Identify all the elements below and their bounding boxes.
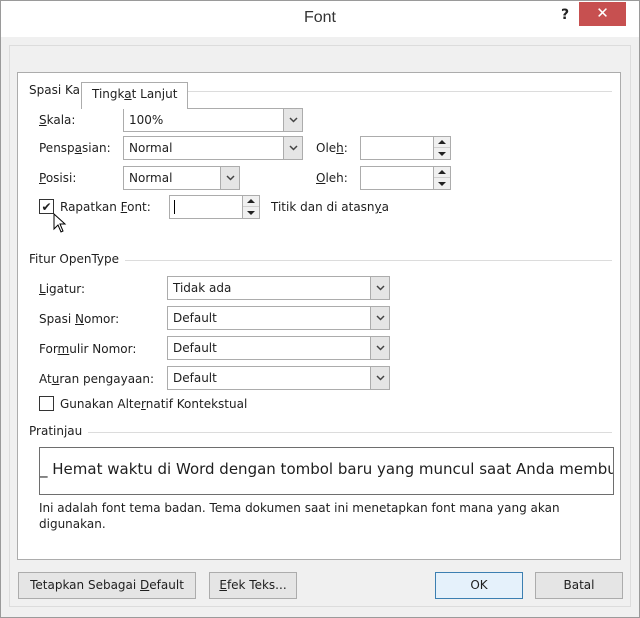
chevron-down-icon[interactable] bbox=[370, 307, 389, 329]
number-forms-label: Formulir Nomor: bbox=[39, 342, 137, 356]
mouse-pointer-icon bbox=[53, 213, 67, 233]
contextual-alternates-checkbox[interactable] bbox=[39, 396, 54, 411]
spacing-dropdown[interactable]: Normal bbox=[123, 136, 303, 160]
chevron-down-icon[interactable] bbox=[370, 337, 389, 359]
chevron-down-icon[interactable] bbox=[220, 167, 239, 189]
tab-advanced-label-rest: t Lanjut bbox=[131, 87, 178, 101]
spin-down-button[interactable] bbox=[434, 178, 450, 189]
chevron-down-icon[interactable] bbox=[370, 277, 389, 299]
text-effects-button[interactable]: Efek Teks... bbox=[209, 572, 297, 599]
scale-dropdown[interactable]: 100% bbox=[123, 108, 303, 132]
stylistic-sets-value: Default bbox=[173, 371, 217, 385]
spin-down-button[interactable] bbox=[434, 148, 450, 159]
tab-advanced-label: Tingk bbox=[92, 87, 125, 101]
font-dialog: Font ? ✕ Font Tingkat Lanjut Spasi Karak… bbox=[0, 0, 640, 618]
cancel-button[interactable]: Batal bbox=[535, 572, 623, 599]
position-dropdown[interactable]: Normal bbox=[123, 166, 240, 190]
position-value: Normal bbox=[129, 171, 173, 185]
dialog-title: Font bbox=[303, 9, 336, 26]
ligatures-value: Tidak ada bbox=[173, 281, 232, 295]
text-caret bbox=[174, 200, 175, 214]
tab-advanced[interactable]: Tingkat Lanjut bbox=[81, 82, 189, 109]
preview-box: _ Hemat waktu di Word dengan tombol baru… bbox=[39, 447, 614, 495]
help-button[interactable]: ? bbox=[553, 3, 577, 27]
section-preview: Pratinjau bbox=[29, 424, 89, 438]
spin-down-button[interactable] bbox=[243, 207, 259, 218]
title-bar: Font ? ✕ bbox=[1, 1, 639, 37]
stylistic-sets-dropdown[interactable]: Default bbox=[167, 366, 390, 390]
preview-sample-text: _ Hemat waktu di Word dengan tombol baru… bbox=[40, 460, 613, 478]
spacing-by-spinner[interactable] bbox=[360, 136, 451, 160]
spacing-by-label: Oleh: bbox=[316, 141, 348, 155]
checkmark-icon: ✔ bbox=[41, 199, 52, 214]
ok-button[interactable]: OK bbox=[435, 572, 523, 599]
section-divider bbox=[30, 432, 612, 433]
chevron-down-icon[interactable] bbox=[283, 109, 302, 131]
chevron-down-icon[interactable] bbox=[283, 137, 302, 159]
position-by-spinner[interactable] bbox=[360, 166, 451, 190]
spin-up-button[interactable] bbox=[434, 137, 450, 148]
section-opentype: Fitur OpenType bbox=[29, 252, 126, 266]
ligatures-label: Ligatur: bbox=[39, 282, 86, 296]
number-spacing-value: Default bbox=[173, 311, 217, 325]
ligatures-dropdown[interactable]: Tidak ada bbox=[167, 276, 390, 300]
kerning-suffix: Titik dan di atasnya bbox=[271, 200, 389, 214]
contextual-alternates-label: Gunakan Alternatif Kontekstual bbox=[60, 397, 248, 411]
spin-up-button[interactable] bbox=[434, 167, 450, 178]
spacing-value: Normal bbox=[129, 141, 173, 155]
set-default-button[interactable]: Tetapkan Sebagai Default bbox=[18, 572, 196, 599]
chevron-down-icon[interactable] bbox=[370, 367, 389, 389]
number-spacing-dropdown[interactable]: Default bbox=[167, 306, 390, 330]
number-spacing-label: Spasi Nomor: bbox=[39, 312, 120, 326]
kerning-label: Rapatkan Font: bbox=[60, 200, 151, 214]
spacing-label: Penspasian: bbox=[39, 141, 111, 155]
close-icon: ✕ bbox=[596, 4, 609, 22]
spin-up-button[interactable] bbox=[243, 196, 259, 207]
number-forms-value: Default bbox=[173, 341, 217, 355]
number-forms-dropdown[interactable]: Default bbox=[167, 336, 390, 360]
stylistic-sets-label: Aturan pengayaan: bbox=[39, 372, 155, 386]
preview-description: Ini adalah font tema badan. Tema dokumen… bbox=[39, 501, 560, 531]
close-button[interactable]: ✕ bbox=[579, 2, 626, 26]
tab-advanced-accel: a bbox=[124, 87, 132, 101]
kerning-spinner[interactable] bbox=[169, 195, 260, 219]
kerning-checkbox[interactable]: ✔ bbox=[39, 199, 54, 214]
scale-label: Skala: bbox=[39, 113, 76, 127]
position-label: Posisi: bbox=[39, 171, 77, 185]
position-by-label: Oleh: bbox=[316, 171, 348, 185]
scale-value: 100% bbox=[129, 113, 164, 127]
advanced-panel: Spasi Karakter Skala: 100% Penspasian: N… bbox=[17, 72, 621, 560]
